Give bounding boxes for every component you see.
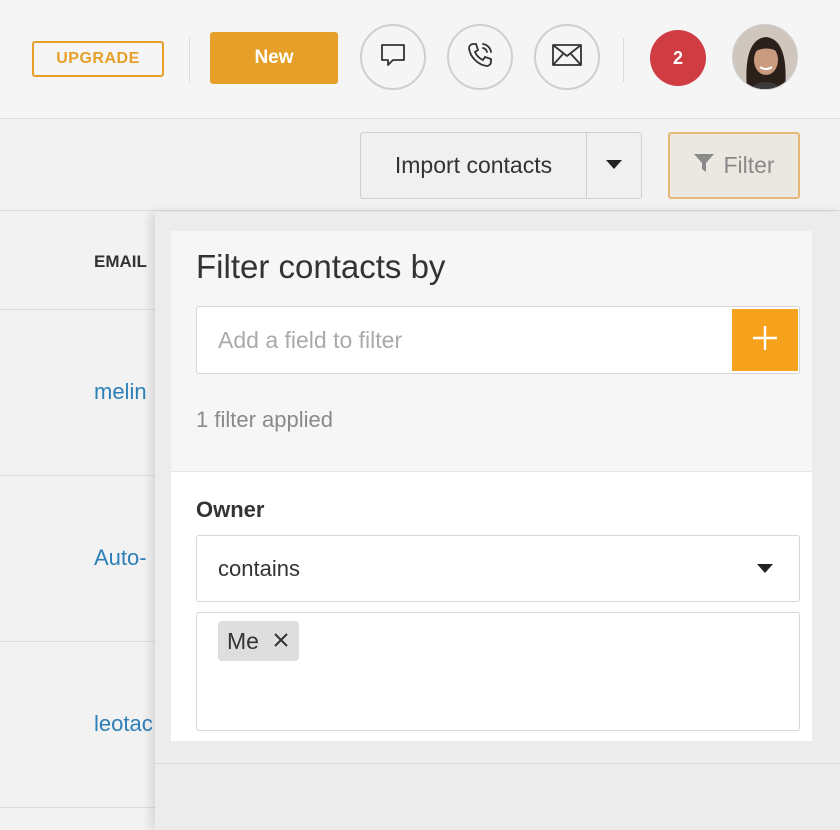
contact-email-link[interactable]: Auto- (94, 545, 147, 571)
phone-icon (464, 39, 496, 76)
filter-button[interactable]: Filter (668, 132, 800, 199)
chevron-down-icon (606, 157, 622, 175)
filter-card: Filter contacts by Add a field to filter… (171, 231, 812, 741)
tag-label: Me (227, 627, 259, 654)
contact-email-link[interactable]: leotac (94, 711, 153, 737)
operator-value: contains (218, 555, 300, 581)
email-column-header[interactable]: EMAIL (94, 252, 147, 272)
add-field-input[interactable]: Add a field to filter (196, 306, 800, 374)
owner-operator-select[interactable]: contains (196, 535, 800, 602)
top-bar: UPGRADE New 2 (0, 0, 840, 119)
filter-funnel-icon (693, 152, 715, 180)
add-filter-button[interactable] (732, 309, 798, 371)
import-contacts-label[interactable]: Import contacts (361, 133, 587, 198)
header-divider (189, 38, 190, 82)
filters-applied-count: 1 filter applied (196, 407, 333, 432)
contact-email-link[interactable]: melin (94, 379, 147, 405)
new-button[interactable]: New (210, 32, 338, 84)
chat-icon (378, 40, 408, 75)
filter-card-header: Filter contacts by Add a field to filter… (171, 231, 812, 472)
user-avatar[interactable] (732, 24, 798, 90)
close-icon[interactable] (273, 630, 289, 652)
owner-values-input[interactable]: Me (196, 612, 800, 731)
notification-badge[interactable]: 2 (650, 30, 706, 86)
filter-panel-title: Filter contacts by (196, 248, 446, 285)
import-dropdown-toggle[interactable] (587, 133, 641, 198)
email-button[interactable] (534, 24, 600, 90)
row-divider (0, 210, 840, 211)
chevron-down-icon (757, 564, 773, 573)
plus-icon (752, 325, 778, 356)
header-divider (623, 38, 624, 82)
owner-filter-label: Owner (196, 497, 265, 522)
chat-button[interactable] (360, 24, 426, 90)
owner-value-tag: Me (218, 621, 299, 661)
upgrade-button[interactable]: UPGRADE (32, 41, 164, 77)
import-contacts-button[interactable]: Import contacts (360, 132, 642, 199)
call-button[interactable] (447, 24, 513, 90)
mail-icon (551, 43, 583, 72)
panel-divider (155, 763, 840, 764)
filter-button-label: Filter (723, 152, 775, 178)
